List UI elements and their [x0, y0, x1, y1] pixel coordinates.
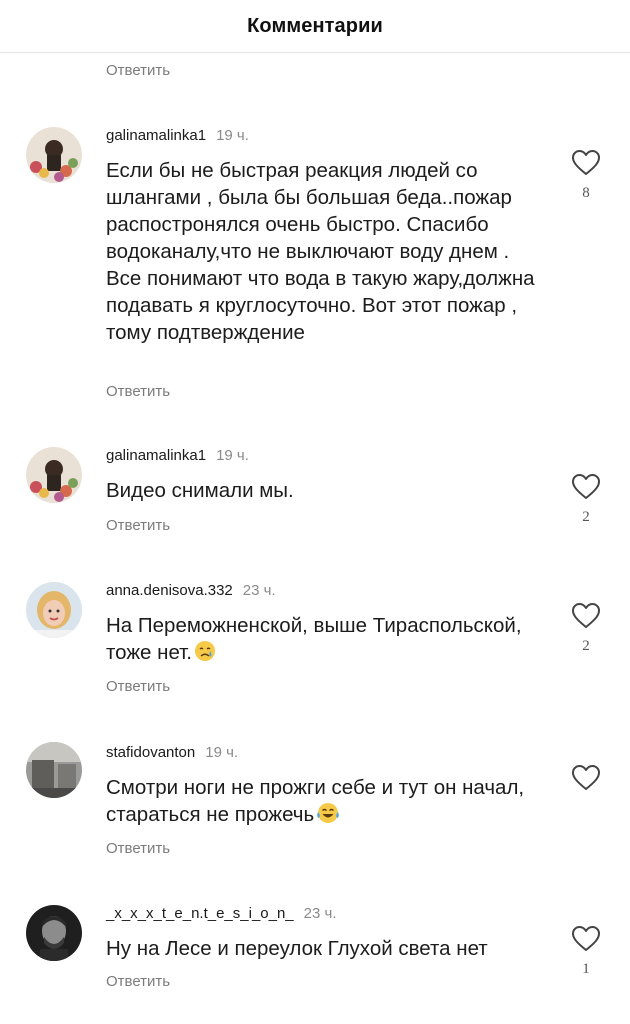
heart-icon[interactable] [566, 473, 606, 501]
reply-button[interactable]: Ответить [106, 62, 170, 79]
user-avatar[interactable] [26, 447, 82, 503]
like-control [566, 764, 606, 800]
like-count: 8 [582, 185, 590, 201]
comment-time: 19 ч. [216, 127, 249, 144]
crying-face-emoji [194, 640, 216, 669]
like-count: 2 [582, 509, 590, 525]
heart-icon[interactable] [566, 149, 606, 177]
tears-of-joy-emoji [316, 802, 340, 831]
user-avatar[interactable] [26, 742, 82, 798]
comment-meta: galinamalinka1 19 ч. [106, 127, 249, 144]
comment-meta: _x_x_x_t_e_n.t_e_s_i_o_n_ 23 ч. [106, 905, 337, 922]
user-avatar[interactable] [26, 905, 82, 961]
reply-button[interactable]: Ответить [106, 383, 170, 400]
reply-button[interactable]: Ответить [106, 517, 170, 534]
reply-button[interactable]: Ответить [106, 840, 170, 857]
comment-meta: anna.denisova.332 23 ч. [106, 582, 276, 599]
comment-text: На Переможненской, выше Тираспольской, т… [106, 612, 546, 669]
like-control: 1 [566, 925, 606, 978]
username[interactable]: anna.denisova.332 [106, 582, 233, 599]
comment-text: Смотри ноги не прожги себе и тут он нача… [106, 774, 526, 831]
like-control: 2 [566, 602, 606, 655]
username[interactable]: stafidovanton [106, 744, 195, 761]
comment-time: 19 ч. [205, 744, 239, 761]
like-control: 2 [566, 473, 606, 526]
like-count: 1 [582, 961, 590, 977]
heart-icon[interactable] [566, 764, 606, 792]
user-avatar[interactable] [26, 582, 82, 638]
comment-text-content: Смотри ноги не прожги себе и тут он нача… [106, 776, 525, 826]
user-avatar[interactable] [26, 127, 82, 183]
reply-button[interactable]: Ответить [106, 973, 170, 990]
username[interactable]: galinamalinka1 [106, 447, 206, 464]
page-title: Комментарии [247, 14, 383, 37]
comment-meta: stafidovanton 19 ч. [106, 744, 238, 761]
username[interactable]: _x_x_x_t_e_n.t_e_s_i_o_n_ [106, 905, 294, 922]
comment-time: 23 ч. [242, 582, 276, 599]
comment-text: Видео снимали мы. [106, 479, 294, 502]
reply-button[interactable]: Ответить [106, 678, 170, 695]
header-bar: Комментарии [0, 0, 630, 53]
comment-text: Ну на Лесе и переулок Глухой света нет [106, 937, 488, 960]
heart-icon[interactable] [566, 602, 606, 630]
username[interactable]: galinamalinka1 [106, 127, 206, 144]
comment-text-content: На Переможненской, выше Тираспольской, т… [106, 614, 522, 664]
comment-meta: galinamalinka1 19 ч. [106, 447, 249, 464]
comment-time: 23 ч. [303, 905, 337, 922]
comment-text: Если бы не быстрая реакция людей со шлан… [106, 159, 535, 344]
like-count: 2 [582, 638, 590, 654]
comment-time: 19 ч. [216, 447, 249, 464]
like-control: 8 [566, 149, 606, 202]
heart-icon[interactable] [566, 925, 606, 953]
